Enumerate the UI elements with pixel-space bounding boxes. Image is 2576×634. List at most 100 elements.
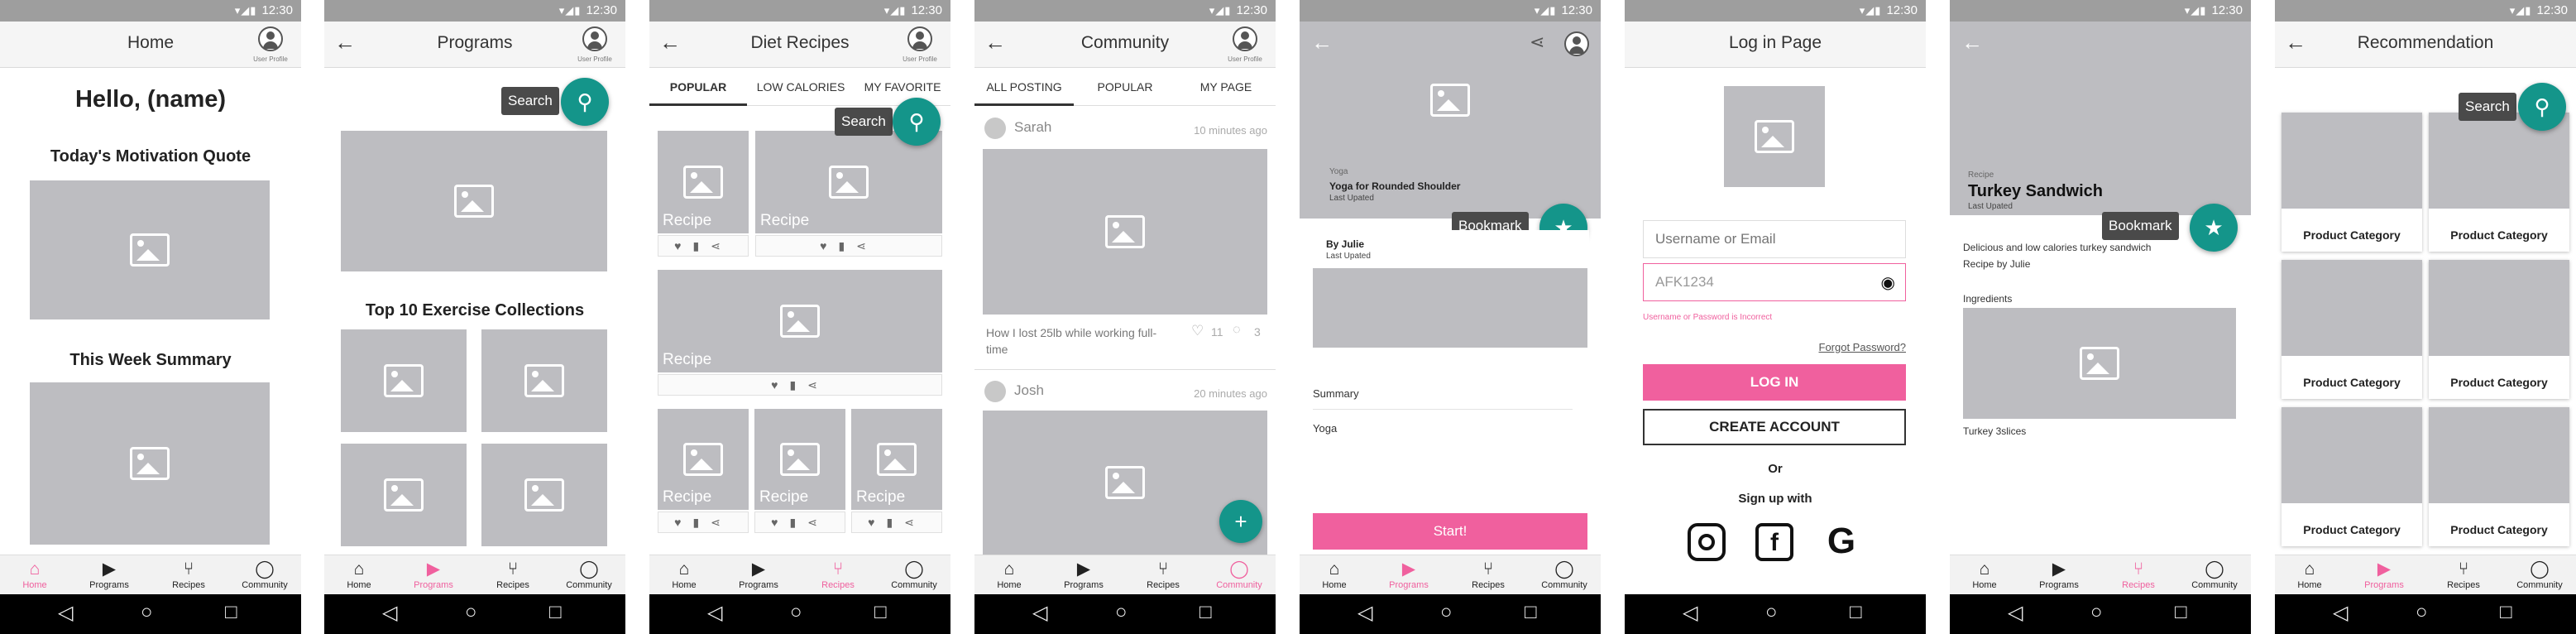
- recents-nav-icon[interactable]: □: [1850, 601, 1862, 624]
- nav-home[interactable]: ⌂ Home: [8, 559, 61, 590]
- nav-recipes[interactable]: ⑂ Recipes: [1462, 559, 1515, 590]
- featured-program-image[interactable]: [341, 131, 607, 271]
- nav-recipes[interactable]: ⑂ Recipes: [1137, 559, 1190, 590]
- nav-community[interactable]: ◯ Community: [1538, 559, 1591, 590]
- recipe-card-image[interactable]: Recipe: [658, 409, 749, 510]
- product-card[interactable]: Product Category: [2429, 260, 2569, 399]
- google-icon[interactable]: G: [1820, 520, 1863, 563]
- product-card[interactable]: Product Category: [2429, 407, 2569, 546]
- forgot-password-link[interactable]: Forgot Password?: [1819, 341, 1907, 353]
- collection-thumb[interactable]: [341, 444, 467, 546]
- back-nav-icon[interactable]: ◁: [2333, 601, 2348, 625]
- nav-recipes[interactable]: ⑂ Recipes: [162, 559, 215, 590]
- recents-nav-icon[interactable]: □: [1199, 601, 1212, 624]
- nav-programs[interactable]: ▶ Programs: [83, 559, 136, 590]
- home-nav-icon[interactable]: ○: [141, 601, 153, 624]
- comment-icon[interactable]: ◌: [1233, 323, 1241, 338]
- recents-nav-icon[interactable]: □: [225, 601, 237, 624]
- product-card[interactable]: Product Category: [2429, 113, 2569, 252]
- back-arrow-icon[interactable]: ←: [1311, 30, 1333, 55]
- nav-programs[interactable]: ▶ Programs: [2358, 559, 2411, 590]
- search-button[interactable]: ⚲: [2518, 83, 2566, 131]
- tab-my-page[interactable]: MY PAGE: [1176, 68, 1276, 106]
- tab-popular[interactable]: POPULAR: [649, 68, 747, 106]
- recipe-card-image[interactable]: Recipe: [658, 131, 749, 233]
- recents-nav-icon[interactable]: □: [549, 601, 562, 624]
- login-button[interactable]: LOG IN: [1643, 364, 1906, 401]
- nav-community[interactable]: ◯ Community: [1213, 559, 1266, 590]
- back-nav-icon[interactable]: ◁: [382, 601, 397, 625]
- nav-home[interactable]: ⌂ Home: [983, 559, 1036, 590]
- recents-nav-icon[interactable]: □: [2175, 601, 2187, 624]
- home-nav-icon[interactable]: ○: [2090, 601, 2103, 624]
- home-nav-icon[interactable]: ○: [790, 601, 802, 624]
- instagram-icon[interactable]: [1688, 523, 1726, 561]
- nav-recipes[interactable]: ⑂ Recipes: [486, 559, 539, 590]
- bookmark-button[interactable]: ★: [2190, 204, 2238, 252]
- user-profile-button[interactable]: User Profile: [571, 26, 619, 63]
- back-nav-icon[interactable]: ◁: [2008, 601, 2023, 625]
- search-button[interactable]: ⚲: [893, 98, 941, 146]
- nav-recipes[interactable]: ⑂ Recipes: [2437, 559, 2490, 590]
- nav-home[interactable]: ⌂ Home: [2283, 559, 2336, 590]
- nav-programs[interactable]: ▶ Programs: [2033, 559, 2085, 590]
- recipe-actions[interactable]: ♥▮⋖: [754, 512, 845, 533]
- create-account-button[interactable]: CREATE ACCOUNT: [1643, 409, 1906, 445]
- recents-nav-icon[interactable]: □: [2500, 601, 2512, 624]
- share-icon[interactable]: ⋖: [1530, 31, 1544, 53]
- recipe-card-image[interactable]: Recipe: [755, 131, 942, 233]
- nav-home[interactable]: ⌂ Home: [1958, 559, 2011, 590]
- recipe-actions[interactable]: ♥▮⋖: [658, 235, 749, 257]
- like-icon[interactable]: ♡: [1191, 323, 1204, 339]
- nav-recipes[interactable]: ⑂ Recipes: [2112, 559, 2165, 590]
- eye-icon[interactable]: ◉: [1881, 272, 1895, 293]
- nav-programs[interactable]: ▶ Programs: [407, 559, 460, 590]
- nav-home[interactable]: ⌂ Home: [1308, 559, 1361, 590]
- nav-home[interactable]: ⌂ Home: [333, 559, 385, 590]
- password-field[interactable]: AFK1234 ◉: [1643, 263, 1906, 301]
- back-arrow-icon[interactable]: ←: [1961, 30, 1983, 55]
- collection-thumb[interactable]: [481, 444, 607, 546]
- recipe-actions[interactable]: ♥▮⋖: [851, 512, 942, 533]
- user-profile-button[interactable]: User Profile: [247, 26, 294, 63]
- start-button[interactable]: Start!: [1313, 513, 1587, 550]
- recipe-actions[interactable]: ♥▮⋖: [658, 374, 942, 396]
- back-nav-icon[interactable]: ◁: [58, 601, 73, 625]
- post-image[interactable]: [983, 149, 1267, 315]
- nav-home[interactable]: ⌂ Home: [658, 559, 711, 590]
- nav-programs[interactable]: ▶ Programs: [732, 559, 785, 590]
- home-nav-icon[interactable]: ○: [1440, 601, 1453, 624]
- nav-recipes[interactable]: ⑂ Recipes: [812, 559, 864, 590]
- facebook-icon[interactable]: f: [1755, 523, 1793, 561]
- tab-popular[interactable]: POPULAR: [1074, 68, 1176, 106]
- nav-programs[interactable]: ▶ Programs: [1382, 559, 1435, 590]
- recipe-card-image[interactable]: Recipe: [851, 409, 942, 510]
- product-card[interactable]: Product Category: [2282, 260, 2422, 399]
- search-button[interactable]: ⚲: [561, 78, 609, 126]
- product-card[interactable]: Product Category: [2282, 113, 2422, 252]
- recents-nav-icon[interactable]: □: [874, 601, 887, 624]
- back-nav-icon[interactable]: ◁: [1357, 601, 1372, 625]
- home-nav-icon[interactable]: ○: [465, 601, 477, 624]
- recents-nav-icon[interactable]: □: [1525, 601, 1537, 624]
- tab-low-calories[interactable]: LOW CALORIES: [747, 68, 855, 106]
- nav-community[interactable]: ◯ Community: [888, 559, 941, 590]
- home-nav-icon[interactable]: ○: [1115, 601, 1128, 624]
- back-nav-icon[interactable]: ◁: [1032, 601, 1047, 625]
- collection-thumb[interactable]: [481, 329, 607, 432]
- recipe-card-image[interactable]: Recipe: [754, 409, 845, 510]
- add-post-button[interactable]: +: [1219, 500, 1262, 543]
- collection-thumb[interactable]: [341, 329, 467, 432]
- product-card[interactable]: Product Category: [2282, 407, 2422, 546]
- recipe-card-image[interactable]: Recipe: [658, 270, 942, 372]
- user-profile-icon[interactable]: [1564, 31, 1589, 56]
- home-nav-icon[interactable]: ○: [1765, 601, 1778, 624]
- nav-community[interactable]: ◯ Community: [238, 559, 291, 590]
- home-nav-icon[interactable]: ○: [2416, 601, 2428, 624]
- user-profile-button[interactable]: User Profile: [1221, 26, 1269, 63]
- username-field[interactable]: [1643, 220, 1906, 258]
- back-nav-icon[interactable]: ◁: [707, 601, 722, 625]
- user-profile-button[interactable]: User Profile: [896, 26, 944, 63]
- tab-all-posting[interactable]: ALL POSTING: [974, 68, 1074, 106]
- back-nav-icon[interactable]: ◁: [1683, 601, 1697, 625]
